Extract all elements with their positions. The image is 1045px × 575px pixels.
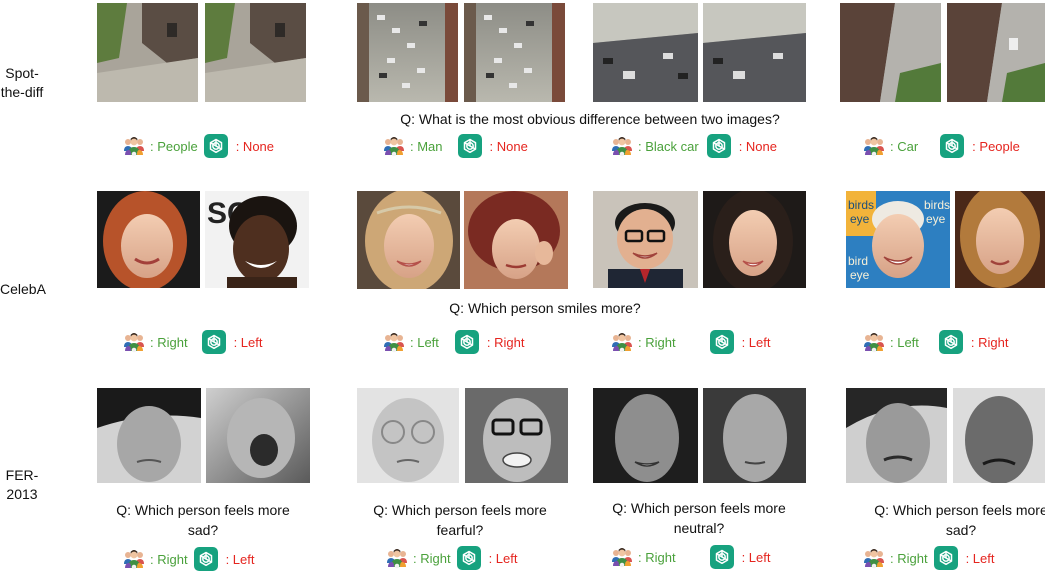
human-answer: : Car (890, 138, 919, 154)
human-answer: : Right (638, 549, 676, 565)
fer-image-1a (97, 388, 201, 483)
celeba-image-3a (593, 191, 698, 288)
chatgpt-icon (939, 330, 963, 354)
people-icon (610, 545, 634, 569)
spot-diff-image-4b (947, 3, 1045, 102)
people-icon (382, 330, 406, 354)
question-fer-4: Q: Which person feels more sad? (874, 502, 1045, 538)
fer-image-3a (593, 388, 698, 483)
billboard-text: birds (924, 198, 950, 212)
answer-pair: : Right : Left (610, 545, 771, 569)
spot-diff-image-2a (357, 3, 458, 102)
human-answer: : People (150, 138, 198, 154)
human-answer: : Left (890, 334, 919, 350)
answer-pair: : Right : Left (385, 546, 518, 570)
human-answer: : Right (413, 550, 451, 566)
gpt-answer: : None (235, 138, 275, 154)
chatgpt-icon (194, 547, 218, 571)
gpt-answer: : Right (970, 334, 1009, 350)
fer-image-2b (465, 388, 568, 483)
question-spot-the-diff: Q: What is the most obvious difference b… (400, 111, 780, 127)
people-icon (382, 134, 406, 158)
gpt-answer: : None (489, 138, 528, 154)
people-icon (385, 546, 409, 570)
question-fer-3: Q: Which person feels more neutral? (612, 500, 786, 536)
billboard-text: eye (850, 212, 870, 226)
answer-pair: : Left : Right (862, 330, 1009, 354)
spot-diff-image-2b (464, 3, 565, 102)
people-icon (862, 330, 886, 354)
answer-pair: : People : None (122, 134, 274, 158)
question-fer-1: Q: Which person feels more sad? (116, 502, 290, 538)
fer-image-2a (357, 388, 459, 483)
gpt-answer: : Left (225, 551, 255, 567)
people-icon (610, 134, 634, 158)
answer-pair: : Car : People (862, 134, 1020, 158)
celeba-image-2a (357, 191, 460, 289)
people-icon (122, 547, 146, 571)
answer-pair: : Left : Right (382, 330, 525, 354)
answer-pair: : Man : None (382, 134, 528, 158)
human-answer: : Right (150, 551, 188, 567)
spot-diff-image-3b (703, 3, 806, 102)
billboard-text: eye (850, 268, 870, 282)
human-answer: : Black car (638, 138, 699, 154)
chatgpt-icon (202, 330, 226, 354)
row-label-fer-2013: FER- 2013 (5, 467, 39, 502)
celeba-image-4b (955, 191, 1045, 288)
human-answer: : Right (890, 550, 928, 566)
people-icon (862, 134, 886, 158)
people-icon (122, 134, 146, 158)
human-answer: : Left (410, 334, 439, 350)
chatgpt-icon (204, 134, 228, 158)
row-label-spot-the-diff: Spot- the-diff (0, 65, 44, 100)
gpt-answer: : People (972, 138, 1020, 154)
people-icon (862, 546, 886, 570)
chatgpt-icon (934, 546, 958, 570)
answer-pair: : Right : Left (610, 330, 771, 354)
celeba-image-2b (464, 191, 568, 289)
billboard-text: eye (926, 212, 946, 226)
chatgpt-icon (940, 134, 964, 158)
answer-pair: : Right : Left (122, 547, 255, 571)
celeba-image-4a: birds eye bird eye birds eye (846, 191, 950, 288)
fer-image-3b (703, 388, 806, 483)
fer-image-4a (846, 388, 947, 483)
people-icon (122, 330, 146, 354)
billboard-text: birds (848, 198, 874, 212)
human-answer: : Right (638, 334, 676, 350)
gpt-answer: : Left (741, 549, 771, 565)
chatgpt-icon (458, 134, 482, 158)
fer-image-4b (953, 388, 1045, 483)
gpt-answer: : Left (233, 334, 263, 350)
spot-diff-image-3a (593, 3, 698, 102)
chatgpt-icon (457, 546, 481, 570)
gpt-answer: : Left (741, 334, 771, 350)
question-celeba: Q: Which person smiles more? (449, 300, 641, 316)
answer-pair: : Black car : None (610, 134, 777, 158)
human-answer: : Man (410, 138, 443, 154)
chatgpt-icon (710, 545, 734, 569)
celeba-image-1b: SC (205, 191, 309, 288)
human-answer: : Right (150, 334, 188, 350)
fer-image-1b (206, 388, 310, 483)
chatgpt-icon (707, 134, 731, 158)
chatgpt-icon (455, 330, 479, 354)
answer-pair: : Right : Left (122, 330, 263, 354)
row-label-celeba: CelebA (0, 281, 46, 297)
spot-diff-image-1b (205, 3, 306, 102)
people-icon (610, 330, 634, 354)
question-fer-2: Q: Which person feels more fearful? (373, 502, 547, 538)
gpt-answer: : Right (486, 334, 525, 350)
spot-diff-image-1a (97, 3, 198, 102)
spot-diff-image-4a (840, 3, 941, 102)
billboard-text: bird (848, 254, 868, 268)
answer-pair: : Right : Left (862, 546, 995, 570)
gpt-answer: : None (738, 138, 777, 154)
celeba-image-3b (703, 191, 806, 288)
gpt-answer: : Left (488, 550, 518, 566)
chatgpt-icon (710, 330, 734, 354)
gpt-answer: : Left (965, 550, 995, 566)
celeba-image-1a (97, 191, 200, 288)
